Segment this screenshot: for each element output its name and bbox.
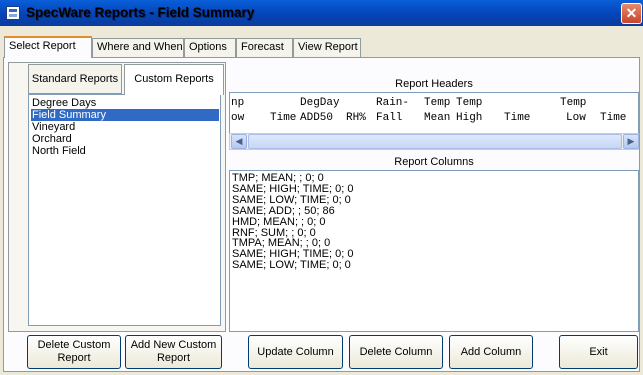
report-headers-label: Report Headers	[395, 78, 473, 90]
delete-column-button[interactable]: Delete Column	[349, 335, 443, 369]
report-list[interactable]: Degree Days Field Summary Vineyard Orcha…	[28, 94, 221, 326]
header-cell: Time	[270, 112, 297, 124]
scroll-right-icon[interactable]: ▶	[623, 134, 639, 149]
header-cell: Low	[566, 112, 586, 124]
scroll-thumb[interactable]	[248, 134, 622, 149]
tab-where-and-when[interactable]: Where and When	[92, 38, 184, 57]
header-cell: np	[231, 97, 245, 109]
header-cell: Temp	[456, 97, 483, 109]
list-item[interactable]: Field Summary	[31, 109, 219, 121]
header-cell: ADD50	[300, 112, 334, 124]
add-new-custom-report-button[interactable]: Add New Custom Report	[125, 335, 222, 369]
tab-forecast[interactable]: Forecast	[236, 38, 293, 57]
list-item[interactable]: SAME; LOW; TIME; 0; 0	[232, 260, 638, 271]
list-item[interactable]: North Field	[31, 145, 219, 157]
list-item[interactable]: Orchard	[31, 133, 219, 145]
header-cell: Time	[600, 112, 627, 124]
report-columns-list[interactable]: TMP; MEAN; ; 0; 0 SAME; HIGH; TIME; 0; 0…	[229, 170, 639, 332]
header-cell: Rain-	[376, 97, 410, 109]
add-column-button[interactable]: Add Column	[449, 335, 533, 369]
list-item[interactable]: Vineyard	[31, 121, 219, 133]
tab-select-report[interactable]: Select Report	[4, 36, 92, 58]
window-title: SpecWare Reports - Field Summary	[26, 5, 255, 20]
headers-horizontal-scrollbar[interactable]: ◀ ▶	[229, 133, 639, 150]
list-item[interactable]: SAME; ADD; ; 50; 86	[232, 205, 638, 217]
tab-standard-reports[interactable]: Standard Reports	[28, 64, 122, 94]
header-cell: High	[456, 112, 483, 124]
header-cell: ow	[231, 112, 245, 124]
update-column-button[interactable]: Update Column	[248, 335, 343, 369]
report-columns-label: Report Columns	[394, 156, 474, 168]
header-cell: Mean	[424, 112, 451, 124]
header-cell: RH%	[346, 112, 366, 124]
list-item[interactable]: Degree Days	[31, 97, 219, 109]
app-icon	[6, 6, 20, 20]
exit-button[interactable]: Exit	[559, 335, 638, 369]
list-item[interactable]: HMD; MEAN; ; 0; 0	[232, 216, 638, 228]
close-button[interactable]: ✕	[621, 3, 642, 24]
header-cell: Temp	[560, 97, 587, 109]
header-cell: DegDay	[300, 97, 340, 109]
delete-custom-report-button[interactable]: Delete Custom Report	[27, 335, 121, 369]
tab-view-report[interactable]: View Report	[293, 38, 361, 57]
tab-options[interactable]: Options	[184, 38, 236, 57]
scroll-left-icon[interactable]: ◀	[231, 134, 247, 149]
header-cell: Fall	[376, 112, 403, 124]
header-cell: Time	[504, 112, 531, 124]
header-cell: Temp	[424, 97, 451, 109]
tab-custom-reports[interactable]: Custom Reports	[124, 64, 224, 95]
